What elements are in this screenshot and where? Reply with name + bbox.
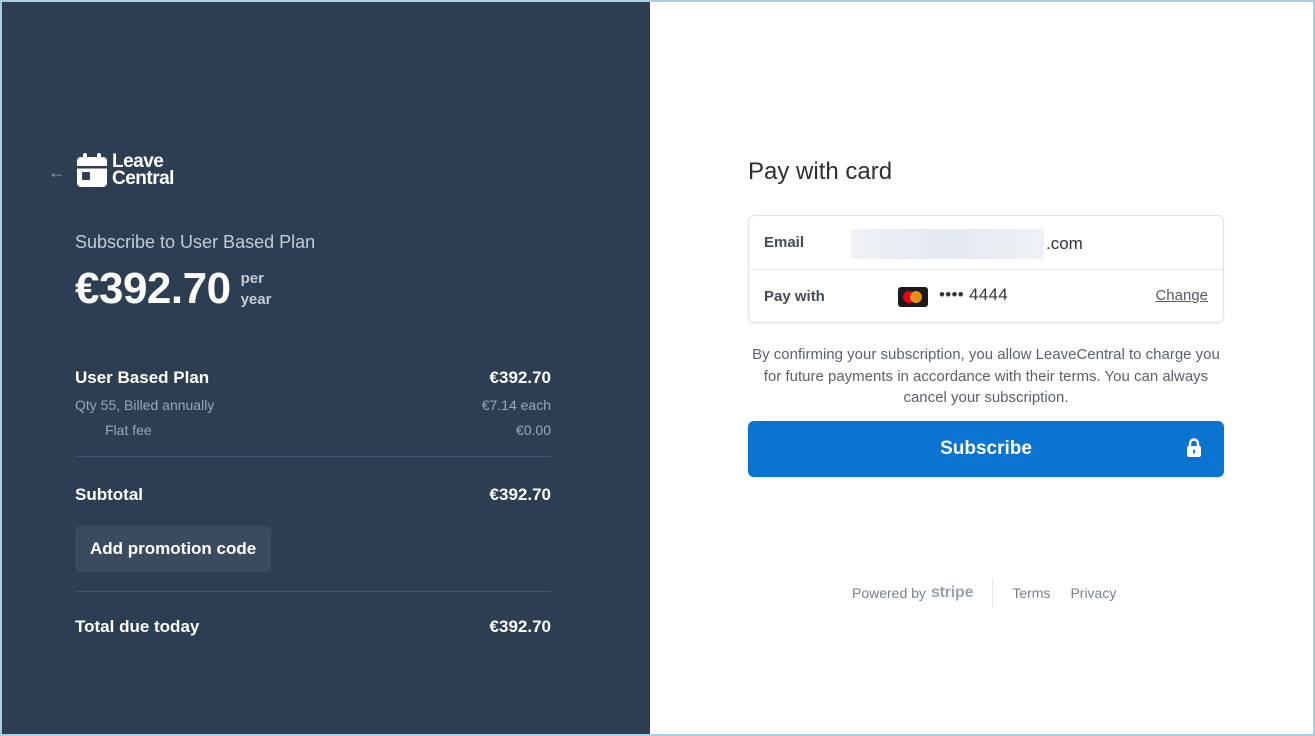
subtotal-label: Subtotal xyxy=(75,485,143,504)
line-item-name: User Based Plan xyxy=(75,368,210,387)
pay-with-row: Pay with •••• 4444 Change xyxy=(749,269,1223,322)
billing-period: per year xyxy=(241,268,272,310)
pay-with-card-title: Pay with card xyxy=(748,158,893,185)
divider xyxy=(75,591,551,592)
terms-link[interactable]: Terms xyxy=(1012,585,1050,601)
subscribe-button[interactable]: Subscribe xyxy=(748,421,1224,477)
checkout-page: ← Leave Central Subscribe to User Based … xyxy=(0,0,1315,736)
flat-fee-label: Flat fee xyxy=(105,422,152,438)
change-payment-link[interactable]: Change xyxy=(1155,287,1208,304)
plan-title: Subscribe to User Based Plan xyxy=(75,232,316,252)
subscribe-label: Subscribe xyxy=(940,438,1032,459)
line-item-detail: Qty 55, Billed annually €7.14 each xyxy=(75,397,551,413)
flat-fee-row: Flat fee €0.00 xyxy=(75,422,551,438)
footer: Powered by stripe Terms Privacy xyxy=(852,579,1116,607)
line-items: User Based Plan €392.70 Qty 55, Billed a… xyxy=(75,368,551,457)
email-row: Email .com xyxy=(749,216,1223,269)
back-arrow-icon[interactable]: ← xyxy=(48,162,68,182)
payment-panel: Pay with card Email .com Pay with •••• 4… xyxy=(650,2,1313,734)
line-item-unit-price: €7.14 each xyxy=(481,397,551,413)
stripe-logo: stripe xyxy=(930,584,974,601)
pay-with-label: Pay with xyxy=(764,287,825,305)
line-item-amount: €392.70 xyxy=(489,368,551,387)
powered-by-stripe[interactable]: Powered by stripe xyxy=(852,584,974,602)
privacy-link[interactable]: Privacy xyxy=(1070,585,1116,601)
divider xyxy=(75,456,551,457)
footer-separator xyxy=(992,579,994,607)
total-amount: €392.70 xyxy=(489,617,551,636)
mastercard-icon xyxy=(898,287,928,307)
email-label: Email xyxy=(764,234,805,251)
calendar-logo-icon xyxy=(77,153,107,187)
subtotal-amount: €392.70 xyxy=(489,485,551,504)
email-redacted xyxy=(851,229,1044,259)
subtotal-row: Subtotal €392.70 xyxy=(75,485,551,505)
email-suffix: .com xyxy=(1046,234,1083,253)
lock-icon xyxy=(1187,438,1201,457)
billing-period-unit: year xyxy=(240,291,272,308)
email-field[interactable]: .com xyxy=(851,229,1083,259)
total-row: Total due today €392.70 xyxy=(75,617,551,637)
line-item: User Based Plan €392.70 xyxy=(75,368,551,388)
add-promotion-code-button[interactable]: Add promotion code xyxy=(75,526,272,572)
payment-details-box: Email .com Pay with •••• 4444 Change xyxy=(748,215,1224,323)
price-amount: €392.70 xyxy=(75,264,231,313)
logo-text-line2: Central xyxy=(112,168,174,189)
order-summary-panel: ← Leave Central Subscribe to User Based … xyxy=(2,2,650,734)
powered-by-text: Powered by xyxy=(852,585,926,601)
line-item-qty: Qty 55, Billed annually xyxy=(75,397,215,413)
leavecentral-logo: Leave Central xyxy=(76,152,174,188)
flat-fee-amount: €0.00 xyxy=(515,422,551,438)
card-number: •••• 4444 xyxy=(939,285,1009,304)
subscription-terms: By confirming your subscription, you all… xyxy=(752,346,1220,406)
total-label: Total due today xyxy=(75,617,200,636)
price-row: €392.70 per year xyxy=(75,264,271,314)
billing-period-per: per xyxy=(240,270,264,287)
